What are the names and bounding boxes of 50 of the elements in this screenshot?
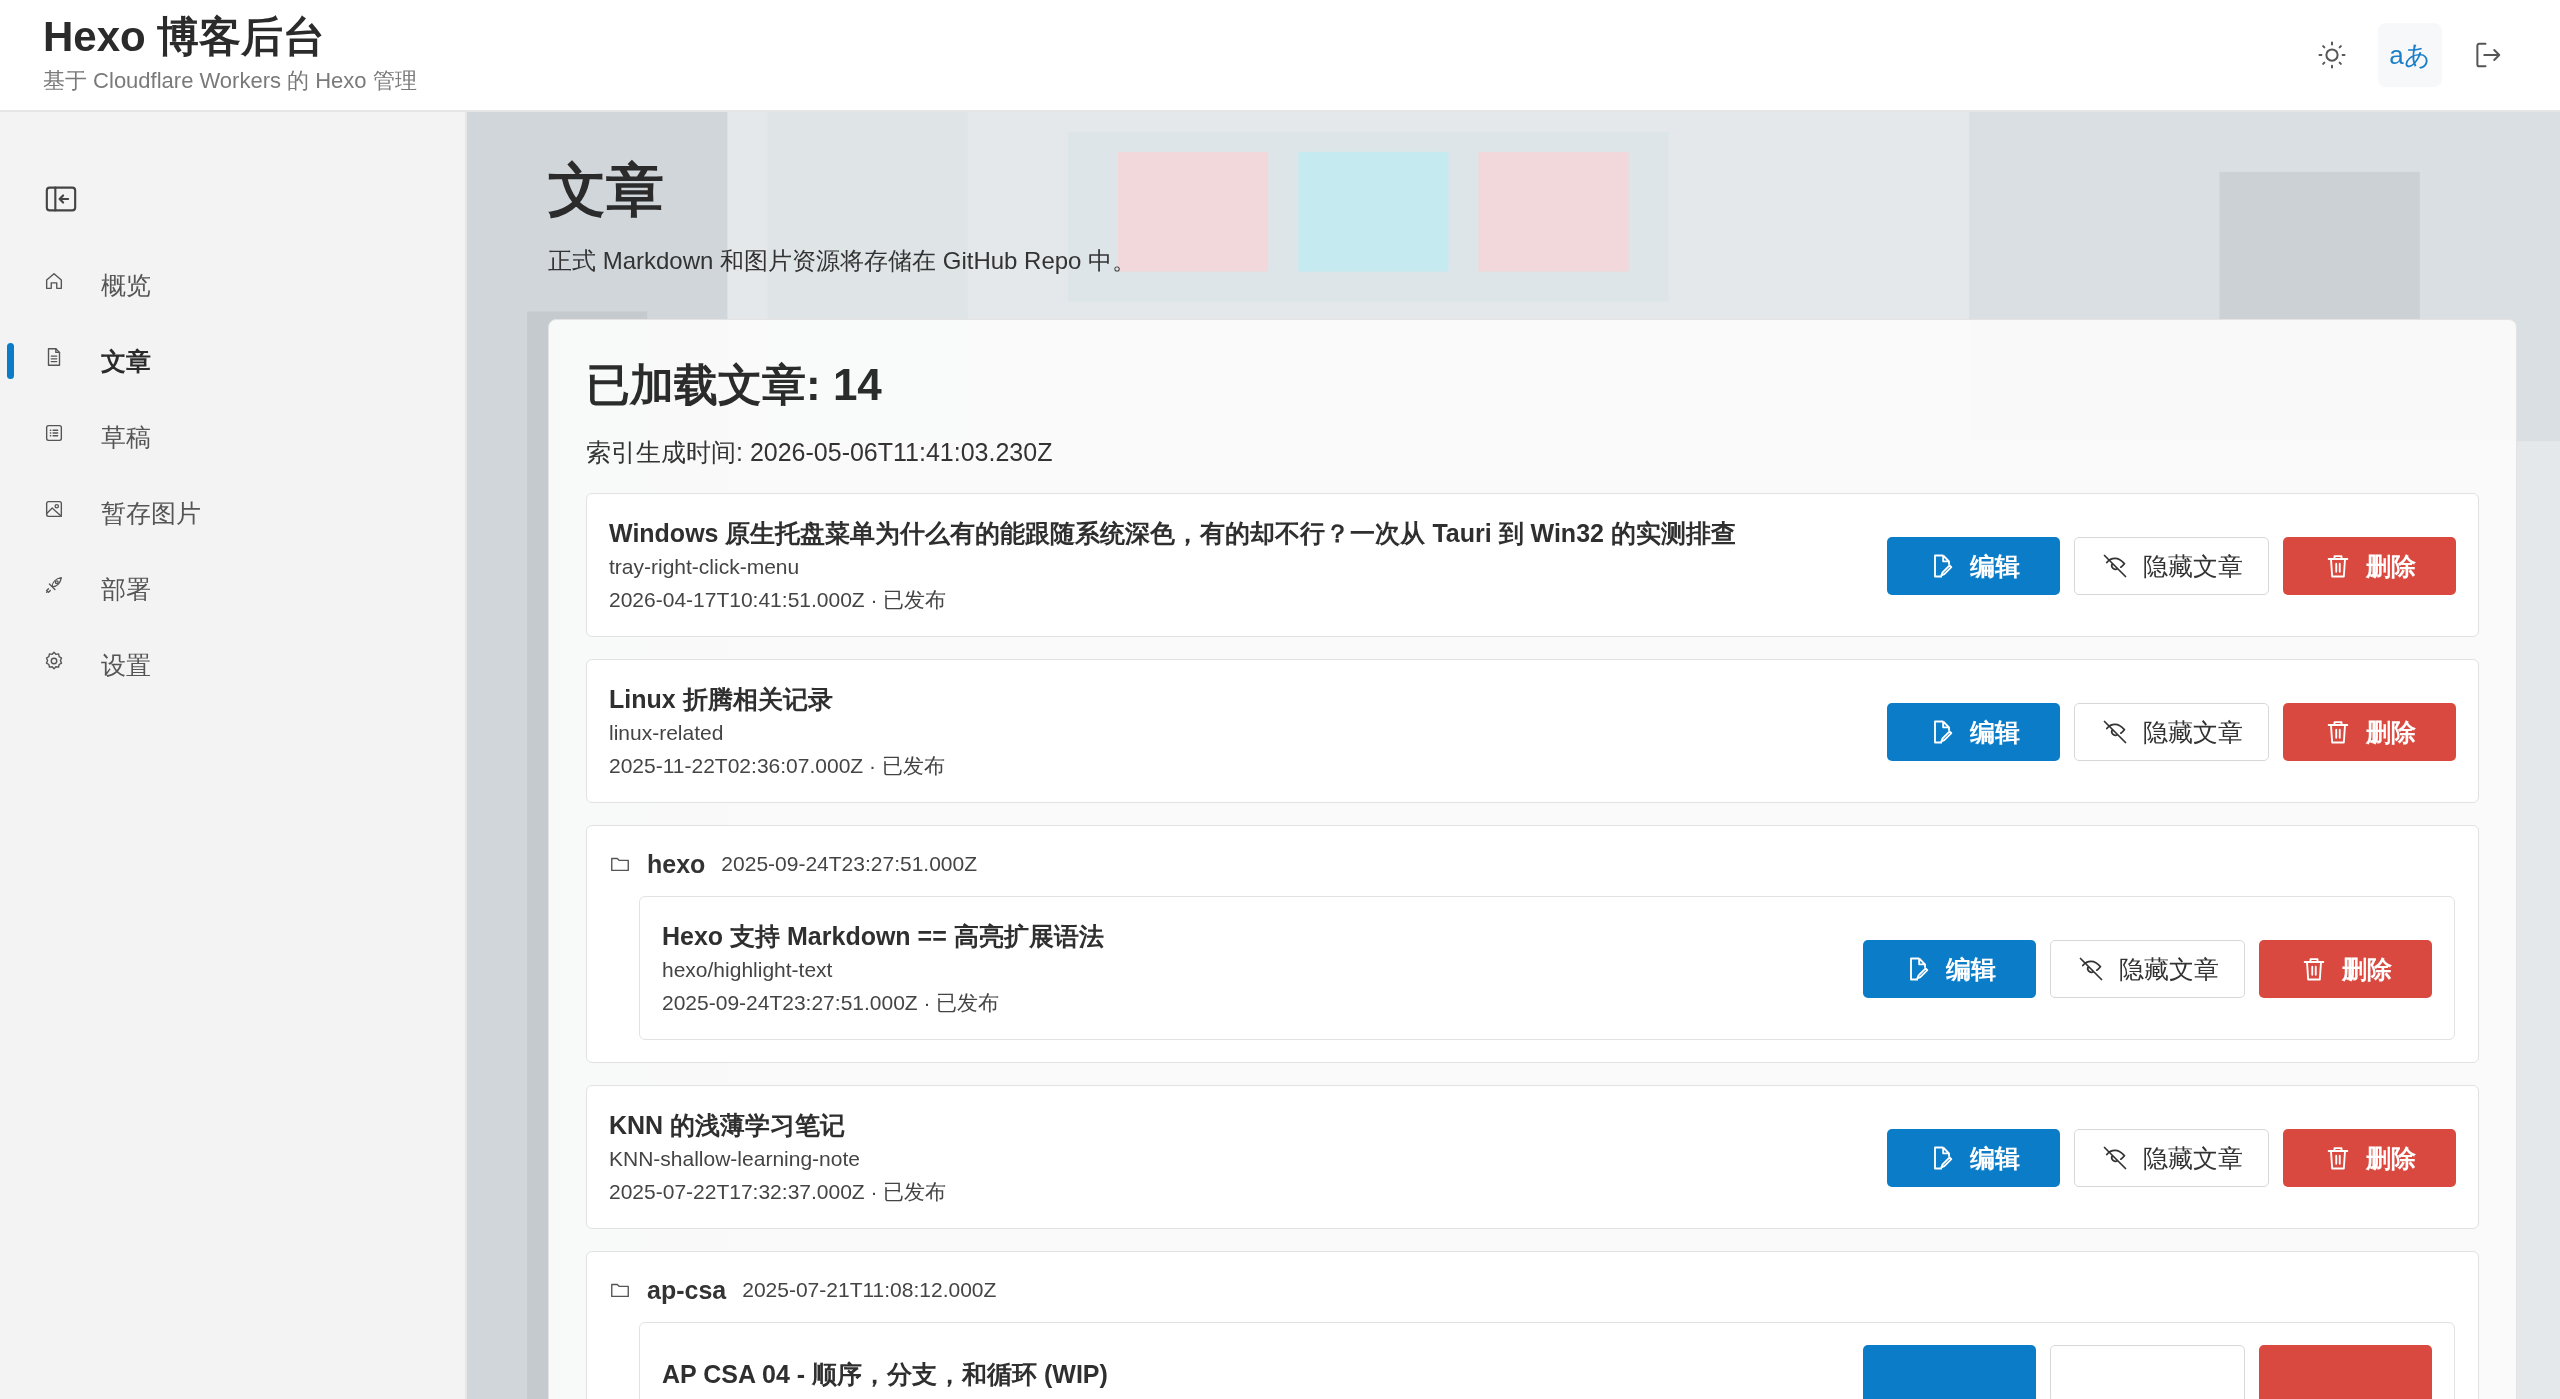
post-title: AP CSA 04 - 顺序，分支，和循环 (WIP) xyxy=(662,1358,1108,1390)
post-title: KNN 的浅薄学习笔记 xyxy=(609,1110,847,1142)
hide-post-button[interactable]: 隐藏文章 xyxy=(2074,537,2269,596)
folder-date: 2025-07-21T11:08:12.000Z xyxy=(742,1278,997,1303)
sidebar-item[interactable]: 文章 xyxy=(0,328,465,394)
post-slug: hexo/highlight-text xyxy=(662,957,834,984)
app-subtitle: 基于 Cloudflare Workers 的 Hexo 管理 xyxy=(43,67,417,96)
post-slug: linux-related xyxy=(609,720,725,747)
edit-button[interactable]: 编辑 xyxy=(1863,940,2036,999)
edit-button[interactable]: 编辑 xyxy=(1887,703,2060,762)
delete-button[interactable]: 删除 xyxy=(2259,940,2432,999)
sidebar-item[interactable]: 部署 xyxy=(0,556,465,622)
delete-button[interactable]: 删除 xyxy=(2283,703,2456,762)
index-time-text: 索引生成时间: 2026-05-06T11:41:03.230Z xyxy=(586,437,1054,468)
post-slug: KNN-shallow-learning-note xyxy=(609,1146,861,1173)
page-description: 正式 Markdown 和图片资源将存储在 GitHub Repo 中。 xyxy=(548,246,1138,277)
hide-post-button[interactable]: 隐藏文章 xyxy=(2074,1129,2269,1188)
hide-post-button[interactable]: 隐藏文章 xyxy=(2074,703,2269,762)
list-icon xyxy=(43,422,65,444)
post-meta: 2025-11-22T02:36:07.000Z · 已发布 xyxy=(609,752,945,779)
sun-icon xyxy=(2317,40,2347,70)
app-title: Hexo 博客后台 xyxy=(43,13,327,61)
post-meta: 2026-04-17T10:41:51.000Z · 已发布 xyxy=(609,586,948,613)
edit-button[interactable]: 编辑 xyxy=(1887,537,2060,596)
rocket-icon xyxy=(43,574,65,596)
post-title: Windows 原生托盘菜单为什么有的能跟随系统深色，有的却不行？一次从 Tauri 到 Win32 的实测排查 xyxy=(609,518,1736,549)
home-icon xyxy=(43,270,65,292)
language-button[interactable]: aあ xyxy=(2378,23,2442,87)
page-title: 文章 xyxy=(548,156,665,224)
gear-icon xyxy=(43,650,65,672)
sidebar-item[interactable]: 暂存图片 xyxy=(0,480,465,546)
sidebar-item[interactable]: 草稿 xyxy=(0,404,465,470)
hide-post-button[interactable]: 隐藏文章 xyxy=(2050,940,2245,999)
delete-button[interactable]: 删除 xyxy=(2283,537,2456,596)
folder-name: ap-csa xyxy=(647,1275,727,1305)
post-title: Hexo 支持 Markdown == 高亮扩展语法 xyxy=(662,921,1104,953)
post-meta: 2025-07-22T17:32:37.000Z · 已发布 xyxy=(609,1178,947,1205)
image-icon xyxy=(43,498,65,520)
sidebar-item[interactable]: 概览 xyxy=(0,252,465,318)
delete-button[interactable]: 删除 xyxy=(2283,1129,2456,1188)
folder-date: 2025-09-24T23:27:51.000Z xyxy=(721,852,978,877)
post-meta: 2025-09-24T23:27:51.000Z · 已发布 xyxy=(662,989,1001,1016)
logout-icon xyxy=(2473,40,2503,70)
post-slug: tray-right-click-menu xyxy=(609,554,801,580)
sidebar-item[interactable]: 设置 xyxy=(0,632,465,698)
active-indicator xyxy=(7,343,14,379)
folder-name: hexo xyxy=(647,849,706,879)
edit-button[interactable]: 编辑 xyxy=(1887,1129,2060,1188)
post-title: Linux 折腾相关记录 xyxy=(609,684,834,716)
loaded-count-heading: 已加载文章: 14 xyxy=(586,359,883,412)
